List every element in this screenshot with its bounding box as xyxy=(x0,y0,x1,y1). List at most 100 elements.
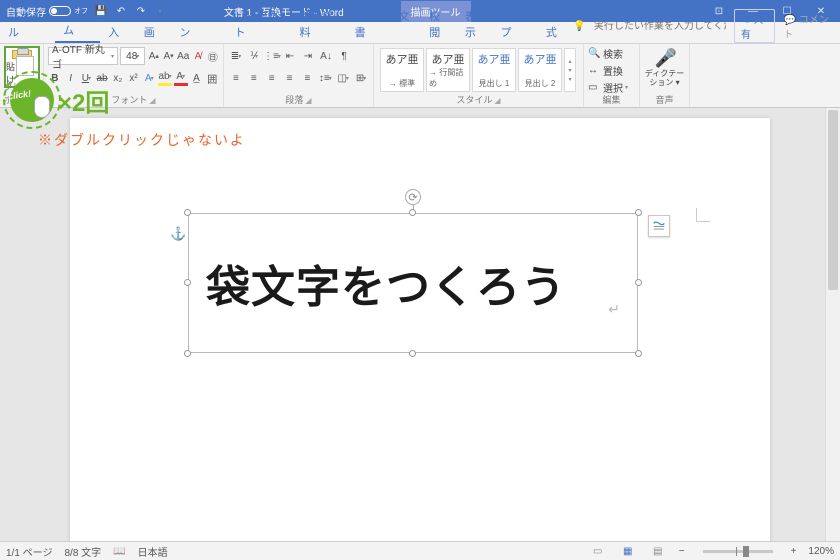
zoom-in-button[interactable]: + xyxy=(791,546,797,557)
style-no-spacing[interactable]: あア亜→ 行間詰め xyxy=(426,48,470,92)
tab-file[interactable]: ファイル xyxy=(0,5,55,43)
char-border-icon[interactable]: A̲ xyxy=(190,70,204,86)
increase-indent-icon[interactable]: ⇥ xyxy=(300,48,316,64)
tell-me-icon: 💡 xyxy=(573,21,585,32)
align-center-icon[interactable]: ≡ xyxy=(246,70,262,86)
close-icon[interactable]: ✕ xyxy=(806,0,836,22)
char-shading-icon[interactable]: 囲 xyxy=(205,70,219,86)
status-word-count[interactable]: 8/8 文字 xyxy=(64,544,101,559)
search-icon: 🔍 xyxy=(588,48,600,59)
select-icon: ▭ xyxy=(588,82,600,93)
phonetic-guide-icon[interactable]: Aa xyxy=(177,48,190,64)
undo-icon[interactable]: ↶ xyxy=(114,4,128,18)
decrease-indent-icon[interactable]: ⇤ xyxy=(282,48,298,64)
tab-mailings[interactable]: 差し込み文書 xyxy=(347,5,422,43)
find-button[interactable]: 🔍検索 xyxy=(588,46,635,61)
ribbon-options-icon[interactable]: ⊡ xyxy=(704,0,734,22)
group-styles: あア亜→ 標準 あア亜→ 行間詰め あア亜見出し 1 あア亜見出し 2 ▴▾▾ … xyxy=(374,44,584,107)
shrink-font-icon[interactable]: A▾ xyxy=(162,48,175,64)
resize-handle[interactable] xyxy=(635,350,642,357)
clear-format-icon[interactable]: A̸ xyxy=(192,48,205,64)
align-right-icon[interactable]: ≡ xyxy=(264,70,280,86)
multilevel-icon[interactable]: ⋮≡▾ xyxy=(264,48,280,64)
sort-icon[interactable]: A↓ xyxy=(318,48,334,64)
dictation-label: ディクテーション ▾ xyxy=(645,70,684,88)
view-web-icon[interactable]: ▤ xyxy=(649,544,667,558)
text-box[interactable]: ⟳ 袋文字をつくろう ↵ xyxy=(188,213,638,353)
scrollbar-thumb[interactable] xyxy=(828,110,838,290)
resize-handle[interactable] xyxy=(184,279,191,286)
status-bar: 1/1 ページ 8/8 文字 📖 日本語 ▭ ▦ ▤ − + 120% xyxy=(0,541,840,560)
zoom-out-button[interactable]: − xyxy=(679,546,685,557)
resize-handle[interactable] xyxy=(409,350,416,357)
font-size-combo[interactable]: 48▾ xyxy=(120,47,145,65)
style-heading2[interactable]: あア亜見出し 2 xyxy=(518,48,562,92)
resize-handle[interactable] xyxy=(635,279,642,286)
resize-handle[interactable] xyxy=(635,209,642,216)
rotate-handle-icon[interactable]: ⟳ xyxy=(405,189,421,205)
show-marks-icon[interactable]: ¶ xyxy=(336,48,352,64)
tab-view[interactable]: 表示 xyxy=(457,5,493,43)
enclose-char-icon[interactable]: ㊐ xyxy=(206,48,219,64)
line-spacing-icon[interactable]: ↕≡▾ xyxy=(317,70,333,86)
minimize-icon[interactable]: — xyxy=(738,0,768,22)
tab-references[interactable]: 参考資料 xyxy=(291,5,346,43)
superscript-icon[interactable]: x² xyxy=(127,70,141,86)
margin-corner-icon xyxy=(696,208,710,222)
font-color-icon[interactable]: A▾ xyxy=(174,70,188,86)
grow-font-icon[interactable]: A▴ xyxy=(147,48,160,64)
styles-more-icon[interactable]: ▴▾▾ xyxy=(564,48,576,92)
align-left-icon[interactable]: ≡ xyxy=(228,70,244,86)
highlight-icon[interactable]: ab▾ xyxy=(158,70,172,86)
annotation-note: ※ダブルクリックじゃないよ xyxy=(38,130,246,150)
tab-design[interactable]: デザイン xyxy=(171,5,226,43)
maximize-icon[interactable]: ☐ xyxy=(772,0,802,22)
zoom-level[interactable]: 120% xyxy=(808,546,834,557)
text-box-content[interactable]: 袋文字をつくろう xyxy=(188,213,638,353)
layout-options-button[interactable] xyxy=(648,215,670,237)
tab-help[interactable]: ヘルプ xyxy=(492,5,537,43)
toggle-off-icon xyxy=(49,6,71,16)
group-label-paragraph: 段落◢ xyxy=(224,93,373,106)
vertical-scrollbar[interactable] xyxy=(825,108,840,541)
resize-handle[interactable] xyxy=(184,209,191,216)
document-area: ⚓ ⟳ 袋文字をつくろう ↵ xyxy=(0,108,840,541)
font-name-combo[interactable]: A-OTF 新丸ゴ▾ xyxy=(48,47,118,65)
group-editing: 🔍検索 ↔置換 ▭選択▾ 編集 xyxy=(584,44,640,107)
annotation-click-text: click! xyxy=(7,88,31,101)
zoom-slider[interactable] xyxy=(703,550,773,553)
tab-format[interactable]: 書式 xyxy=(538,5,574,43)
view-print-icon[interactable]: ▦ xyxy=(619,544,637,558)
replace-icon: ↔ xyxy=(588,65,600,76)
microphone-icon[interactable]: 🎤 xyxy=(655,48,675,70)
status-proofing-icon[interactable]: 📖 xyxy=(113,546,125,557)
tab-review[interactable]: 校閲 xyxy=(421,5,457,43)
annotation-times: ×2回 xyxy=(58,83,109,118)
group-dictation: 🎤 ディクテーション ▾ 音声 xyxy=(640,44,690,107)
qat-customize-icon[interactable]: ▾ xyxy=(153,4,167,18)
anchor-icon: ⚓ xyxy=(170,226,186,242)
replace-button[interactable]: ↔置換 xyxy=(588,63,635,78)
subscript-icon[interactable]: x₂ xyxy=(111,70,125,86)
borders-icon[interactable]: ⊞▾ xyxy=(353,70,369,86)
style-normal[interactable]: あア亜→ 標準 xyxy=(380,48,424,92)
ribbon-tabs: ファイル ホーム 挿入 描画 デザイン レイアウト 参考資料 差し込み文書 校閲… xyxy=(0,22,840,44)
resize-handle[interactable] xyxy=(409,209,416,216)
status-page[interactable]: 1/1 ページ xyxy=(6,544,52,559)
justify-icon[interactable]: ≡ xyxy=(282,70,298,86)
shading-icon[interactable]: ◫▾ xyxy=(335,70,351,86)
distributed-icon[interactable]: ≡ xyxy=(300,70,316,86)
save-icon[interactable]: 💾 xyxy=(94,4,108,18)
view-read-icon[interactable]: ▭ xyxy=(589,544,607,558)
style-heading1[interactable]: あア亜見出し 1 xyxy=(472,48,516,92)
bullets-icon[interactable]: ≣▾ xyxy=(228,48,244,64)
text-effects-icon[interactable]: A▾ xyxy=(142,70,156,86)
tell-me-input[interactable] xyxy=(594,21,726,32)
zoom-slider-thumb[interactable] xyxy=(743,546,749,557)
numbering-icon[interactable]: ⅟▾ xyxy=(246,48,262,64)
tab-layout[interactable]: レイアウト xyxy=(227,5,292,43)
resize-handle[interactable] xyxy=(184,350,191,357)
page[interactable]: ⚓ ⟳ 袋文字をつくろう ↵ xyxy=(70,118,770,541)
redo-icon[interactable]: ↷ xyxy=(134,4,148,18)
status-language[interactable]: 日本語 xyxy=(138,544,168,559)
